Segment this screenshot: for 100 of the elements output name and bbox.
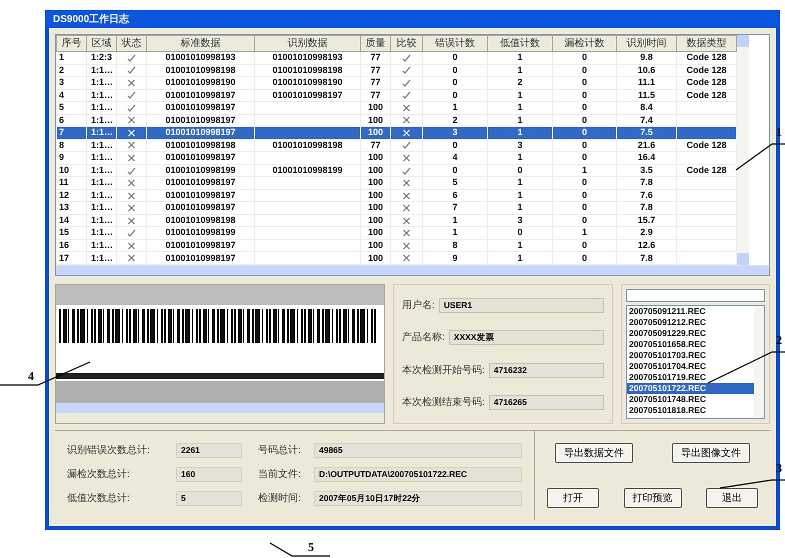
- table-cell: Code 128: [686, 165, 727, 175]
- list-item[interactable]: 200705091229.REC: [627, 328, 754, 339]
- table-cell: 01001010998198: [165, 140, 236, 150]
- text-field[interactable]: 4716265: [488, 395, 604, 410]
- table-cell: 1: [517, 52, 522, 62]
- table-cell: 1: [517, 240, 522, 250]
- table-row[interactable]: 11 1:1… 01001010998197 100 5 1 0 7.8: [56, 176, 736, 190]
- column-header[interactable]: 识别数据: [254, 36, 360, 52]
- table-row[interactable]: 3 1:1… 01001010998190 01001010998190 77 0 2 0 11.1 Code 128: [56, 76, 736, 90]
- table-row[interactable]: 9 1:1… 01001010998197 100 4 1 0 16.4: [56, 152, 736, 164]
- text-field[interactable]: 49865: [314, 443, 522, 458]
- table-row[interactable]: 14 1:1… 01001010998198 100 1 3 0 15.7: [56, 214, 736, 227]
- table-cell: 3: [517, 215, 522, 225]
- scroll-down-button[interactable]: [737, 253, 749, 265]
- text-field[interactable]: 4716232: [488, 362, 604, 378]
- list-item[interactable]: 200705101703.REC: [627, 350, 754, 361]
- button[interactable]: 退出: [706, 488, 758, 508]
- column-header[interactable]: 标准数据: [146, 36, 254, 52]
- table-cell: 0: [582, 240, 587, 250]
- table-cell: 01001010998197: [165, 252, 236, 263]
- text-field[interactable]: D:\OUTPUTDATA\200705101722.REC: [314, 467, 522, 482]
- table-row[interactable]: 12 1:1… 01001010998197 100 6 1 0 7.6: [56, 189, 736, 202]
- table-cell: 100: [368, 128, 384, 138]
- button[interactable]: 导出数据文件: [555, 443, 633, 463]
- list-item[interactable]: 200705101748.REC: [627, 394, 754, 405]
- field-label: 本次检测开始号码:: [402, 364, 485, 378]
- table-cell: 1:1…: [91, 102, 114, 112]
- list-item[interactable]: 200705101658.REC: [627, 339, 754, 350]
- list-item[interactable]: 200705091212.REC: [627, 317, 754, 328]
- text-field[interactable]: XXXX发票: [448, 330, 604, 346]
- table-row[interactable]: 13 1:1… 01001010998197 100 7 1 0 7.8: [56, 202, 736, 214]
- table-cell: 11.1: [638, 78, 656, 88]
- table-cell: 0: [452, 140, 458, 150]
- list-item[interactable]: 200705101722.REC: [627, 383, 754, 394]
- table-cell: 0: [452, 90, 458, 100]
- table-cell: 1:1…: [91, 115, 114, 125]
- table-cell: 77: [370, 78, 380, 88]
- column-header[interactable]: 状态: [116, 36, 146, 52]
- field-label: 本次检测结束号码:: [402, 396, 485, 410]
- table-cell: 1:1…: [91, 64, 114, 75]
- table-cell: 1:1…: [91, 90, 114, 100]
- window-title: DS9000工作日志: [45, 10, 780, 28]
- table-cell: 0: [582, 152, 587, 162]
- horizontal-scrollbar[interactable]: [56, 265, 769, 275]
- button[interactable]: 打印预览: [624, 488, 682, 508]
- table-cell: 01001010998198: [272, 64, 343, 75]
- column-header[interactable]: 比较: [390, 36, 422, 52]
- table-cell: 7: [59, 128, 64, 138]
- table-row[interactable]: 16 1:1… 01001010998197 100 8 1 0 12.6: [56, 239, 736, 252]
- table-cell: 1: [517, 252, 522, 263]
- text-field[interactable]: 5: [176, 491, 242, 506]
- column-header[interactable]: 序号: [56, 36, 86, 52]
- input-field[interactable]: [626, 289, 765, 302]
- table-cell: 6: [452, 190, 458, 200]
- table-row[interactable]: 8 1:1… 01001010998198 01001010998198 77 0 3 0 21.6 Code 128: [56, 139, 736, 152]
- list-item[interactable]: 200705101704.REC: [627, 361, 754, 372]
- column-header[interactable]: 数据类型: [676, 36, 736, 52]
- button[interactable]: 导出图像文件: [672, 443, 750, 463]
- table-cell: 8: [452, 240, 458, 250]
- table-row[interactable]: 15 1:1… 01001010998199 100 1 0 1 2.9: [56, 226, 736, 240]
- vertical-scrollbar[interactable]: [737, 35, 749, 265]
- column-header[interactable]: 漏检计数: [552, 36, 616, 52]
- table-cell: 2: [59, 64, 64, 75]
- button[interactable]: 打开: [547, 488, 599, 508]
- list-item[interactable]: 200705101818.REC: [627, 405, 754, 416]
- table-cell: 4: [452, 152, 458, 162]
- text-field[interactable]: USER1: [438, 298, 604, 313]
- table-cell: 2: [452, 115, 458, 125]
- field-label: 低值次数总计:: [67, 492, 131, 506]
- table-cell: Code 128: [686, 64, 727, 75]
- column-header[interactable]: 低值计数: [488, 36, 552, 52]
- table-row[interactable]: 1 1:2:3 01001010998193 01001010998193 77 0 1 0 9.8 Code 128: [56, 52, 736, 64]
- table-row[interactable]: 2 1:1… 01001010998198 01001010998198 77 0 1 0 10.6 Code 128: [56, 64, 736, 77]
- table-cell: 01001010998198: [272, 140, 343, 150]
- table-cell: 77: [370, 140, 380, 150]
- table-cell: 7: [452, 202, 458, 212]
- table-cell: 01001010998198: [165, 215, 236, 225]
- table-cell: Code 128: [686, 140, 727, 150]
- table-row[interactable]: 10 1:1… 01001010998199 01001010998199 100 0 0 1 3.5 Code 128: [56, 164, 736, 177]
- column-header[interactable]: 区域: [86, 36, 116, 52]
- list-item[interactable]: 200705091211.REC: [627, 306, 754, 317]
- column-header[interactable]: 质量: [360, 36, 390, 52]
- text-field[interactable]: 2007年05月10日17时22分: [314, 491, 522, 506]
- table-cell: 100: [368, 252, 384, 263]
- table-row[interactable]: 4 1:1… 01001010998197 01001010998197 77 0 1 0 11.5 Code 128: [56, 89, 736, 102]
- horizontal-scrollbar[interactable]: [56, 403, 384, 413]
- scroll-up-button[interactable]: [737, 35, 749, 47]
- table-cell: 1: [452, 215, 458, 225]
- text-field[interactable]: 2261: [176, 443, 242, 458]
- column-header[interactable]: 识别时间: [616, 36, 676, 52]
- column-header[interactable]: 错误计数: [422, 36, 488, 52]
- text-field[interactable]: 160: [176, 467, 242, 482]
- table-row[interactable]: 7 1:1… 01001010998197 100 3 1 0 7.5: [56, 126, 736, 140]
- list-item[interactable]: 200705101719.REC: [627, 372, 754, 383]
- table-cell: 01001010998190: [165, 78, 236, 88]
- table-cell: 15.7: [638, 215, 656, 225]
- table-cell: 12: [59, 190, 70, 200]
- vertical-scrollbar[interactable]: [754, 306, 764, 418]
- table-cell: 4: [59, 90, 64, 100]
- table-row[interactable]: 5 1:1… 01001010998197 100 1 1 0 8.4: [56, 102, 736, 114]
